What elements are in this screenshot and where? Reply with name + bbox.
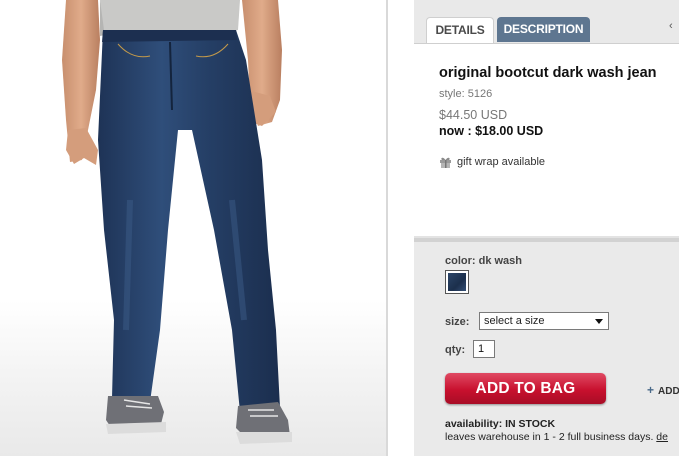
sale-price: now : $18.00 USD: [439, 124, 544, 138]
add-link-label: ADD: [658, 386, 679, 397]
shipping-note: leaves warehouse in 1 - 2 full business …: [445, 431, 668, 443]
color-swatch-dk-wash[interactable]: [445, 270, 469, 294]
color-label: color: dk wash: [445, 255, 523, 267]
tab-description[interactable]: DESCRIPTION: [497, 17, 590, 42]
size-label: size:: [445, 316, 470, 328]
size-select[interactable]: select a size: [479, 312, 609, 330]
add-to-wishlist-link[interactable]: + ADD: [647, 383, 679, 397]
gift-wrap-note: gift wrap available: [439, 156, 545, 168]
tab-scroll-left-icon[interactable]: ‹: [669, 20, 673, 32]
qty-label: qty:: [445, 344, 466, 356]
add-to-bag-button[interactable]: ADD TO BAG: [445, 373, 606, 404]
style-number: style: 5126: [439, 88, 493, 100]
product-photo: [0, 0, 388, 456]
availability-status: IN STOCK: [505, 418, 556, 430]
swatch-fill: [448, 273, 466, 291]
tab-bar: DETAILS DESCRIPTION ‹: [414, 0, 679, 44]
size-select-value: select a size: [484, 315, 545, 327]
gift-icon: [440, 157, 451, 168]
shipping-details-link[interactable]: de: [656, 431, 668, 443]
availability-label: availability:: [445, 418, 503, 430]
product-page: DETAILS DESCRIPTION ‹ original bootcut d…: [0, 0, 679, 456]
availability: availability: IN STOCK: [445, 418, 555, 430]
chevron-down-icon: [595, 319, 603, 324]
jeans-model-illustration: [62, 0, 292, 444]
qty-input[interactable]: 1: [473, 340, 495, 358]
shipping-note-text: leaves warehouse in 1 - 2 full business …: [445, 431, 654, 443]
product-info-panel: DETAILS DESCRIPTION ‹ original bootcut d…: [414, 0, 679, 456]
purchase-options: color: dk wash size: select a size qty: …: [414, 238, 679, 456]
original-price: $44.50 USD: [439, 108, 508, 122]
gift-wrap-label: gift wrap available: [457, 156, 546, 168]
tab-details[interactable]: DETAILS: [426, 17, 494, 44]
details-content: original bootcut dark wash jean style: 5…: [414, 43, 679, 236]
plus-icon: +: [647, 383, 655, 397]
product-title: original bootcut dark wash jean: [439, 65, 657, 81]
